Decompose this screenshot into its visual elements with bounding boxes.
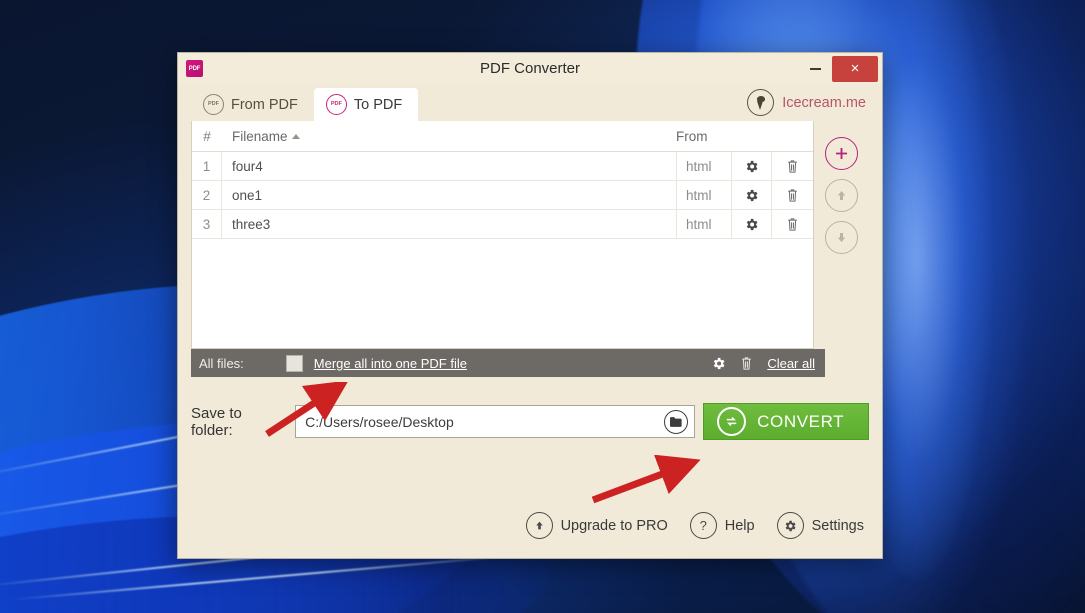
clear-all-button[interactable]: Clear all bbox=[767, 356, 815, 371]
save-folder-row: Save to folder: C:/Users/rosee/Desktop C… bbox=[178, 403, 882, 440]
tab-to-pdf[interactable]: PDF To PDF bbox=[313, 88, 419, 121]
question-mark-icon: ? bbox=[689, 512, 717, 539]
close-icon: × bbox=[850, 60, 860, 77]
convert-label: CONVERT bbox=[757, 411, 845, 431]
row-filename: three3 bbox=[232, 216, 271, 232]
row-delete-button[interactable] bbox=[770, 210, 813, 238]
app-icon: PDF bbox=[186, 60, 203, 77]
column-header-number: # bbox=[203, 128, 211, 144]
row-number: 1 bbox=[192, 152, 222, 180]
upgrade-to-pro-button[interactable]: Upgrade to PRO bbox=[525, 512, 668, 539]
row-settings-button[interactable] bbox=[730, 152, 771, 180]
browse-folder-button[interactable] bbox=[664, 409, 689, 434]
tab-to-pdf-label: To PDF bbox=[353, 96, 403, 113]
trash-icon[interactable] bbox=[740, 356, 753, 371]
file-list-table: # Filename From 1 four4 html 2 one1 html… bbox=[191, 121, 814, 349]
list-action-buttons bbox=[814, 121, 869, 349]
merge-checkbox[interactable] bbox=[285, 354, 303, 372]
column-header-filename-label: Filename bbox=[232, 128, 288, 144]
row-number: 2 bbox=[192, 181, 222, 209]
output-path-field[interactable]: C:/Users/rosee/Desktop bbox=[295, 405, 696, 438]
tab-from-pdf-label: From PDF bbox=[231, 96, 298, 113]
window-title: PDF Converter bbox=[479, 60, 581, 77]
row-from-format: html bbox=[675, 181, 731, 209]
arrow-up-icon bbox=[837, 191, 846, 200]
brand-link[interactable]: Icecream.me bbox=[747, 89, 866, 116]
table-row[interactable]: 1 four4 html bbox=[192, 152, 813, 181]
close-button[interactable]: × bbox=[832, 55, 878, 82]
app-icon-label: PDF bbox=[188, 65, 201, 72]
gear-icon[interactable] bbox=[711, 356, 726, 371]
gear-icon bbox=[746, 160, 758, 172]
table-row[interactable]: 3 three3 html bbox=[192, 210, 813, 239]
row-delete-button[interactable] bbox=[770, 152, 813, 180]
table-row[interactable]: 2 one1 html bbox=[192, 181, 813, 210]
output-path-value: C:/Users/rosee/Desktop bbox=[305, 413, 454, 430]
from-pdf-icon: PDF bbox=[203, 94, 224, 115]
trash-icon bbox=[788, 159, 797, 173]
icecream-cone-icon bbox=[747, 89, 775, 116]
row-from-format: html bbox=[675, 152, 731, 180]
merge-label[interactable]: Merge all into one PDF file bbox=[314, 356, 467, 371]
move-down-button[interactable] bbox=[824, 221, 858, 254]
add-files-button[interactable] bbox=[824, 137, 858, 170]
column-header-filename[interactable]: Filename bbox=[222, 129, 676, 144]
trash-icon bbox=[788, 188, 797, 202]
row-number: 3 bbox=[192, 210, 222, 238]
all-files-bar: All files: Merge all into one PDF file C… bbox=[191, 349, 825, 377]
convert-button[interactable]: CONVERT bbox=[703, 403, 869, 440]
settings-button[interactable]: Settings bbox=[776, 512, 864, 539]
help-label: Help bbox=[724, 517, 755, 534]
tab-from-pdf[interactable]: PDF From PDF bbox=[191, 88, 314, 121]
convert-refresh-icon bbox=[717, 407, 747, 436]
minimize-button[interactable] bbox=[798, 53, 832, 84]
move-up-button[interactable] bbox=[824, 179, 858, 212]
settings-label: Settings bbox=[811, 517, 864, 534]
to-pdf-icon: PDF bbox=[325, 94, 347, 115]
window-controls: × bbox=[798, 53, 882, 84]
row-filename: four4 bbox=[232, 158, 263, 174]
column-header-from: From bbox=[675, 128, 708, 144]
pdf-converter-window: PDF PDF Converter × PDF From PDF PDF To … bbox=[177, 52, 883, 559]
gear-icon bbox=[746, 189, 758, 201]
save-folder-label: Save to folder: bbox=[191, 404, 242, 439]
brand-label: Icecream.me bbox=[782, 94, 866, 111]
footer-bar: Upgrade to PRO ? Help Settings bbox=[178, 512, 882, 558]
row-settings-button[interactable] bbox=[730, 210, 771, 238]
row-from-format: html bbox=[675, 210, 731, 238]
row-delete-button[interactable] bbox=[770, 181, 813, 209]
row-filename: one1 bbox=[232, 187, 263, 203]
trash-icon bbox=[788, 217, 797, 231]
all-files-label: All files: bbox=[199, 355, 244, 371]
gear-icon bbox=[776, 512, 804, 539]
minimize-icon bbox=[809, 67, 821, 70]
folder-icon bbox=[670, 416, 682, 427]
sort-ascending-icon bbox=[291, 133, 300, 139]
up-arrow-icon bbox=[525, 512, 553, 539]
file-list-header: # Filename From bbox=[192, 121, 813, 152]
file-list-area: # Filename From 1 four4 html 2 one1 html… bbox=[191, 121, 869, 349]
desktop-wallpaper: PDF PDF Converter × PDF From PDF PDF To … bbox=[0, 0, 1085, 613]
arrow-down-icon bbox=[837, 233, 846, 242]
tab-bar: PDF From PDF PDF To PDF Icecream.me bbox=[178, 84, 882, 121]
upgrade-to-pro-label: Upgrade to PRO bbox=[560, 517, 668, 534]
all-files-actions: Clear all bbox=[711, 356, 815, 371]
gear-icon bbox=[746, 218, 758, 230]
help-button[interactable]: ? Help bbox=[689, 512, 755, 539]
plus-icon bbox=[835, 147, 848, 160]
title-bar: PDF PDF Converter × bbox=[178, 53, 882, 84]
row-settings-button[interactable] bbox=[730, 181, 771, 209]
